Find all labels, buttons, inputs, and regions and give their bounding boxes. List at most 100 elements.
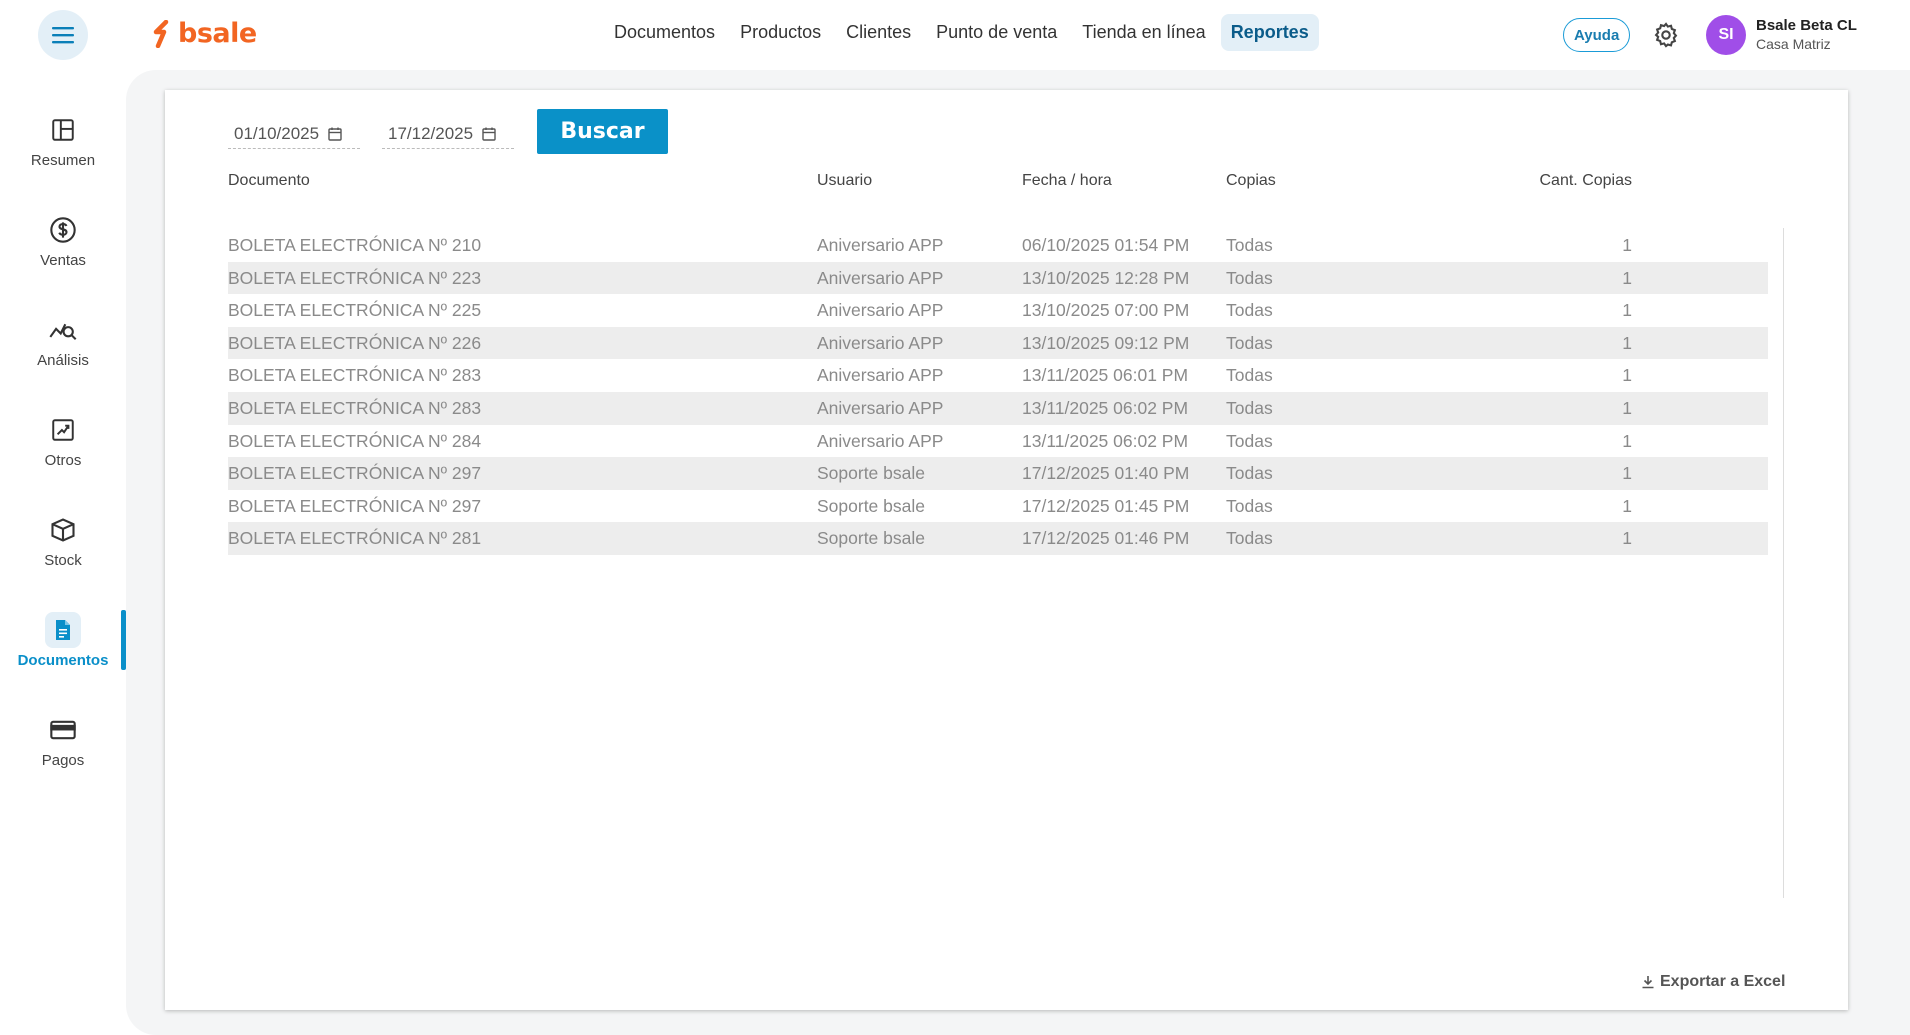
cell-copias: Todas [1226, 430, 1273, 451]
cell-copias: Todas [1226, 267, 1273, 288]
calendar-icon [482, 127, 496, 141]
document-icon [56, 620, 70, 640]
table-row[interactable]: BOLETA ELECTRÓNICA Nº 225 Aniversario APP… [228, 294, 1768, 327]
avatar[interactable]: SI [1706, 15, 1746, 55]
cell-copias: Todas [1226, 495, 1273, 516]
analysis-icon [49, 323, 77, 340]
cell-cant: 1 [1622, 235, 1632, 255]
dollar-icon [50, 217, 76, 243]
sidebar-item-label: Pagos [41, 752, 85, 769]
export-label: Exportar a Excel [1660, 973, 1786, 990]
cell-copias: Todas [1226, 365, 1273, 386]
cell-copias: Todas [1226, 528, 1273, 549]
search-button[interactable]: Buscar [537, 109, 668, 154]
cell-copias: Todas [1226, 300, 1273, 321]
nav-punto-de-venta[interactable]: Punto de venta [926, 14, 1067, 51]
table-row[interactable]: BOLETA ELECTRÓNICA Nº 283 Aniversario APP… [228, 359, 1768, 392]
table-row[interactable]: BOLETA ELECTRÓNICA Nº 297 Soporte bsale 17… [228, 457, 1768, 490]
export-excel-button[interactable]: Exportar a Excel [1640, 973, 1785, 991]
sidebar-item-resumen[interactable]: Resumen [0, 112, 126, 182]
cell-documento: BOLETA ELECTRÓNICA Nº 284 [228, 430, 482, 451]
cell-cant: 1 [1622, 332, 1632, 353]
table-row[interactable]: BOLETA ELECTRÓNICA Nº 284 Aniversario APP… [228, 425, 1768, 458]
cell-fecha: 13/11/2025 06:01 PM [1022, 365, 1189, 386]
cell-usuario: Aniversario APP [817, 267, 944, 288]
cell-fecha: 17/12/2025 01:46 PM [1022, 528, 1190, 549]
cell-copias: Todas [1226, 235, 1273, 255]
top-nav: Documentos Productos Clientes Punto de v… [604, 14, 1324, 51]
sidebar-item-label: Otros [44, 452, 82, 469]
nav-clientes[interactable]: Clientes [836, 14, 921, 51]
sidebar-item-label: Ventas [40, 252, 86, 269]
sidebar-item-pagos[interactable]: Pagos [0, 712, 126, 782]
cell-cant: 1 [1622, 365, 1632, 386]
sidebar-item-label: Resumen [30, 152, 96, 169]
table-row[interactable]: BOLETA ELECTRÓNICA Nº 297 Soporte bsale 17… [228, 490, 1768, 523]
header-copias[interactable]: Copias [1226, 172, 1276, 190]
cell-usuario: Aniversario APP [817, 332, 944, 353]
nav-tienda-en-linea[interactable]: Tienda en línea [1072, 14, 1215, 51]
date-to-value: 17/12/2025 [388, 123, 474, 143]
table-header: Documento Usuario Fecha / hora Copias Ca… [228, 172, 1768, 194]
cell-fecha: 13/10/2025 07:00 PM [1022, 300, 1190, 321]
cell-documento: BOLETA ELECTRÓNICA Nº 223 [228, 267, 482, 288]
user-info[interactable]: Bsale Beta CL Casa Matriz [1756, 16, 1857, 54]
cell-documento: BOLETA ELECTRÓNICA Nº 283 [228, 397, 482, 418]
table-body: BOLETA ELECTRÓNICA Nº 210 Aniversario APP… [228, 229, 1768, 555]
cell-copias: Todas [1226, 463, 1273, 484]
menu-button[interactable] [38, 10, 88, 60]
user-branch: Casa Matriz [1756, 36, 1831, 52]
date-to-field[interactable]: 17/12/2025 [382, 119, 514, 149]
cell-fecha: 13/11/2025 06:02 PM [1022, 397, 1189, 418]
header-cant-copias[interactable]: Cant. Copias [1532, 172, 1633, 190]
cell-usuario: Aniversario APP [817, 235, 944, 255]
sidebar-item-otros[interactable]: Otros [0, 412, 126, 482]
help-button[interactable]: Ayuda [1563, 18, 1631, 52]
sidebar-item-documentos[interactable]: Documentos [0, 612, 126, 682]
cell-usuario: Aniversario APP [817, 300, 944, 321]
cell-documento: BOLETA ELECTRÓNICA Nº 226 [228, 332, 482, 353]
user-name: Bsale Beta CL [1756, 17, 1857, 34]
cell-cant: 1 [1622, 397, 1632, 418]
date-from-field[interactable]: 01/10/2025 [228, 119, 360, 149]
header-usuario[interactable]: Usuario [817, 172, 872, 190]
bsale-logo[interactable]: bsale [152, 18, 257, 49]
cell-cant: 1 [1622, 495, 1632, 516]
sidebar-item-stock[interactable]: Stock [0, 512, 126, 582]
sidebar-item-ventas[interactable]: Ventas [0, 212, 126, 282]
table-row[interactable]: BOLETA ELECTRÓNICA Nº 226 Aniversario APP… [228, 326, 1768, 360]
top-bar: bsale Documentos Productos Clientes Punt… [0, 0, 1910, 70]
nav-reportes[interactable]: Reportes [1220, 14, 1319, 51]
cell-documento: BOLETA ELECTRÓNICA Nº 297 [228, 495, 482, 516]
scroll-track[interactable] [1783, 228, 1784, 898]
cell-copias: Todas [1226, 397, 1273, 418]
cell-documento: BOLETA ELECTRÓNICA Nº 283 [228, 365, 482, 386]
nav-productos[interactable]: Productos [730, 14, 831, 51]
header-fecha[interactable]: Fecha / hora [1022, 172, 1112, 190]
cell-fecha: 06/10/2025 01:54 PM [1022, 235, 1190, 255]
table-row[interactable]: BOLETA ELECTRÓNICA Nº 223 Aniversario APP… [228, 261, 1768, 295]
cell-fecha: 17/12/2025 01:45 PM [1022, 495, 1190, 516]
gear-icon[interactable] [1652, 21, 1680, 49]
sidebar-item-label: Análisis [37, 352, 89, 369]
table-row[interactable]: BOLETA ELECTRÓNICA Nº 283 Aniversario APP… [228, 391, 1768, 425]
cell-documento: BOLETA ELECTRÓNICA Nº 297 [228, 463, 482, 484]
download-icon [1642, 976, 1654, 989]
cell-documento: BOLETA ELECTRÓNICA Nº 210 [228, 235, 482, 255]
sidebar-item-analisis[interactable]: Análisis [0, 312, 126, 382]
header-documento[interactable]: Documento [228, 172, 310, 190]
nav-documentos[interactable]: Documentos [604, 14, 725, 51]
cell-usuario: Aniversario APP [817, 397, 944, 418]
logo-text: bsale [178, 18, 257, 49]
cell-fecha: 17/12/2025 01:40 PM [1022, 463, 1190, 484]
table-row[interactable]: BOLETA ELECTRÓNICA Nº 281 Soporte bsale 17… [228, 522, 1768, 555]
cell-fecha: 13/10/2025 09:12 PM [1022, 332, 1190, 353]
cell-fecha: 13/11/2025 06:02 PM [1022, 430, 1189, 451]
cell-cant: 1 [1622, 267, 1632, 288]
box-icon [51, 518, 75, 542]
cell-cant: 1 [1622, 463, 1632, 484]
logo-mark-icon [153, 19, 169, 48]
table-row[interactable]: BOLETA ELECTRÓNICA Nº 210 Aniversario APP… [228, 229, 1768, 262]
layout-icon [52, 119, 74, 141]
cell-documento: BOLETA ELECTRÓNICA Nº 281 [228, 528, 482, 549]
